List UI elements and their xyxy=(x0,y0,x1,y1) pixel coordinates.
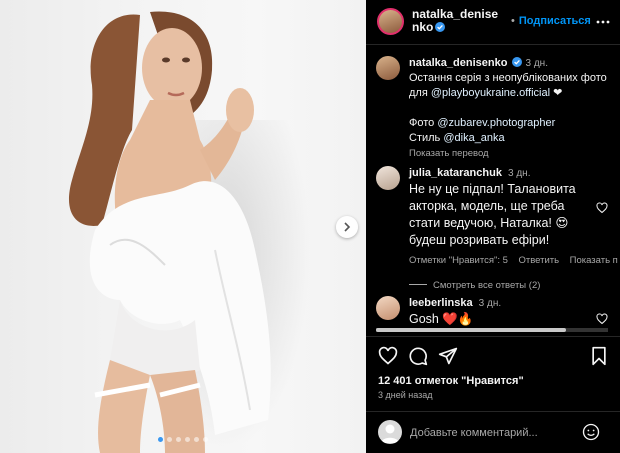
follow-button[interactable]: Подписаться xyxy=(511,15,591,27)
comment-item: leeberlinska 3 дн. Gosh ❤️🔥 xyxy=(376,296,620,328)
comment-text: Не ну це підпал! Талановита акторка, мод… xyxy=(409,182,576,247)
view-replies-button[interactable]: Смотреть все ответы (2) xyxy=(433,280,540,291)
scrollbar-thumb[interactable] xyxy=(376,328,566,332)
post-timestamp[interactable]: 3 дней назад xyxy=(378,390,433,400)
more-horizontal-icon[interactable] xyxy=(596,15,610,29)
comment-time[interactable]: 3 дн. xyxy=(479,298,501,309)
heart-icon[interactable] xyxy=(378,346,398,366)
default-user-icon xyxy=(381,424,399,443)
comment-more-button[interactable]: Показать п xyxy=(570,255,618,266)
author-username-text[interactable]: natalka_denisenko xyxy=(412,7,498,34)
comment-likes-count[interactable]: Отметки "Нравится": 5 xyxy=(409,255,508,266)
comment-icon[interactable] xyxy=(408,346,428,366)
post-side-panel: natalka_denisenko Подписаться natalka_de… xyxy=(366,0,620,453)
carousel-next-button[interactable] xyxy=(336,216,358,238)
author-username[interactable]: natalka_denisenko xyxy=(412,8,504,34)
credit-style-prefix: Стиль xyxy=(409,132,444,144)
comment-like-heart-icon[interactable] xyxy=(596,313,608,325)
credit-style-mention[interactable]: @dika_anka xyxy=(443,132,504,144)
comment-item: julia_kataranchuk 3 дн. Не ну це підпал!… xyxy=(376,166,620,293)
comment-username[interactable]: leeberlinska xyxy=(409,297,473,309)
viewer-avatar-icon xyxy=(378,420,402,444)
credit-photo-prefix: Фото xyxy=(409,117,438,129)
comment-input[interactable] xyxy=(410,425,580,441)
chevron-right-icon xyxy=(344,222,351,232)
caption-mention[interactable]: @playboyukraine.official xyxy=(431,87,550,99)
carousel-dot xyxy=(158,437,163,442)
comment-username[interactable]: julia_kataranchuk xyxy=(409,167,502,179)
replies-line xyxy=(409,284,427,285)
verified-badge-icon xyxy=(512,57,523,67)
carousel-dot xyxy=(167,437,172,442)
credit-photo-mention[interactable]: @zubarev.photographer xyxy=(437,117,555,129)
post-header: natalka_denisenko Подписаться xyxy=(366,0,620,45)
translate-button[interactable]: Показать перевод xyxy=(409,148,489,159)
smiley-icon[interactable] xyxy=(582,423,600,441)
caption-emoji: ❤ xyxy=(550,87,563,99)
post-actions-bar xyxy=(366,336,620,374)
post-photo[interactable] xyxy=(0,0,366,453)
carousel-indicator xyxy=(0,437,366,442)
author-avatar[interactable] xyxy=(377,8,404,35)
post-caption: natalka_denisenko 3 дн. Остання серія з … xyxy=(376,56,620,161)
comment-avatar[interactable] xyxy=(376,296,400,320)
comments-horizontal-scrollbar[interactable] xyxy=(366,326,620,334)
caption-time[interactable]: 3 дн. xyxy=(526,58,548,69)
comment-time[interactable]: 3 дн. xyxy=(508,168,530,179)
caption-avatar[interactable] xyxy=(376,56,400,80)
comment-like-heart-icon[interactable] xyxy=(596,202,608,214)
bookmark-icon[interactable] xyxy=(590,346,608,366)
carousel-dot xyxy=(176,437,181,442)
comment-avatar[interactable] xyxy=(376,166,400,190)
comments-section[interactable]: natalka_denisenko 3 дн. Остання серія з … xyxy=(366,46,620,336)
model-figure-illustration xyxy=(68,11,271,453)
carousel-dot xyxy=(185,437,190,442)
comment-reply-button[interactable]: Ответить xyxy=(518,255,559,266)
paper-plane-icon[interactable] xyxy=(438,346,458,366)
carousel-dot xyxy=(203,437,208,442)
carousel-dot xyxy=(194,437,199,442)
likes-count[interactable]: 12 401 отметок "Нравится" xyxy=(378,375,524,387)
verified-badge-icon xyxy=(435,22,446,32)
caption-username[interactable]: natalka_denisenko xyxy=(409,57,507,69)
add-comment-bar xyxy=(366,411,620,453)
